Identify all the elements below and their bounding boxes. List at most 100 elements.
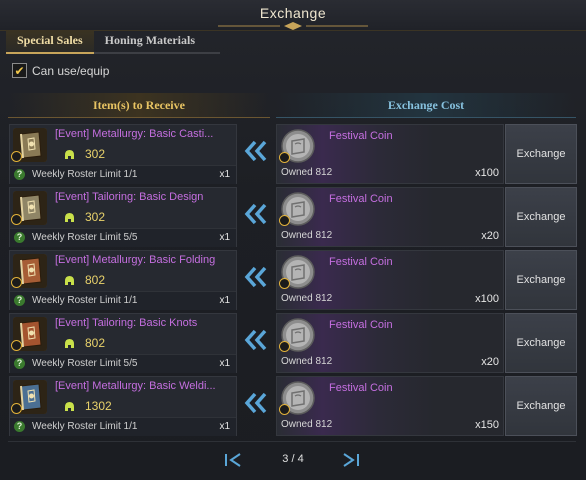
exchange-button[interactable]: Exchange (505, 187, 577, 247)
receive-item-card[interactable]: [Event] Tailoring: Basic Design 302 ? We… (9, 187, 237, 247)
receive-item-card[interactable]: [Event] Metallurgy: Basic Folding 802 ? … (9, 250, 237, 310)
owned-amount: Owned 812 (281, 419, 333, 430)
exchange-button[interactable]: Exchange (505, 313, 577, 373)
item-level-value: 802 (85, 273, 106, 287)
item-level-value: 1302 (85, 399, 112, 413)
item-name: [Event] Metallurgy: Basic Weldi... (55, 380, 216, 392)
roster-limit: Weekly Roster Limit 5/5 (32, 358, 138, 369)
page-indicator: 3 / 4 (282, 453, 304, 465)
item-level: 802 (64, 336, 105, 350)
exchange-button[interactable]: Exchange (505, 250, 577, 310)
item-level: 802 (64, 273, 105, 287)
cost-item-card[interactable]: Festival Coin Owned 812 x150 (276, 376, 504, 436)
double-chevron-left-icon (244, 140, 267, 162)
item-level-icon (65, 212, 74, 222)
receive-quantity: x1 (219, 232, 230, 243)
item-level-value: 302 (85, 210, 106, 224)
item-footer: ? Weekly Roster Limit 1/1 x1 (10, 165, 236, 184)
item-level-icon (65, 338, 74, 348)
help-icon[interactable]: ? (14, 421, 25, 432)
receive-item-card[interactable]: [Event] Metallurgy: Basic Weldi... 1302 … (9, 376, 237, 436)
item-level: 1302 (64, 399, 112, 413)
cost-currency-name: Festival Coin (329, 319, 393, 331)
owned-amount: Owned 812 (281, 230, 333, 241)
cost-quantity: x20 (481, 356, 499, 368)
item-level: 302 (64, 147, 105, 161)
help-icon[interactable]: ? (14, 295, 25, 306)
cost-item-card[interactable]: Festival Coin Owned 812 x100 (276, 124, 504, 184)
pagination: 3 / 4 (0, 450, 586, 470)
item-name: [Event] Tailoring: Basic Knots (55, 317, 198, 329)
double-chevron-left-icon (244, 329, 267, 351)
receive-item-card[interactable]: [Event] Metallurgy: Basic Casti... 302 ?… (9, 124, 237, 184)
receive-quantity: x1 (219, 421, 230, 432)
owned-status-icon (279, 152, 290, 163)
cost-item-card[interactable]: Festival Coin Owned 812 x20 (276, 187, 504, 247)
title-bar: Exchange (0, 0, 586, 31)
double-chevron-left-icon (244, 266, 267, 288)
owned-status-icon (279, 215, 290, 226)
exchange-row: [Event] Metallurgy: Basic Weldi... 1302 … (0, 376, 586, 436)
window-title: Exchange (259, 5, 327, 21)
can-use-equip-label: Can use/equip (32, 63, 110, 78)
item-footer: ? Weekly Roster Limit 1/1 x1 (10, 291, 236, 310)
help-icon[interactable]: ? (14, 358, 25, 369)
receive-quantity: x1 (219, 295, 230, 306)
owned-amount: Owned 812 (281, 167, 333, 178)
item-name: [Event] Metallurgy: Basic Casti... (55, 128, 214, 140)
help-icon[interactable]: ? (14, 232, 25, 243)
roster-limit: Weekly Roster Limit 5/5 (32, 232, 138, 243)
owned-status-icon (11, 151, 22, 162)
tab-special-sales[interactable]: Special Sales (6, 30, 94, 54)
list-divider (8, 441, 576, 442)
roster-limit: Weekly Roster Limit 1/1 (32, 421, 138, 432)
item-level-value: 802 (85, 336, 106, 350)
cost-column-header: Exchange Cost (276, 93, 576, 118)
cost-item-card[interactable]: Festival Coin Owned 812 x100 (276, 250, 504, 310)
cost-currency-name: Festival Coin (329, 382, 393, 394)
exchange-row: [Event] Tailoring: Basic Knots 802 ? Wee… (0, 313, 586, 373)
owned-status-icon (11, 403, 22, 414)
item-level-icon (65, 275, 74, 285)
owned-status-icon (11, 277, 22, 288)
owned-status-icon (279, 404, 290, 415)
roster-limit: Weekly Roster Limit 1/1 (32, 169, 138, 180)
double-chevron-left-icon (244, 203, 267, 225)
owned-status-icon (11, 340, 22, 351)
item-level-icon (65, 149, 74, 159)
item-name: [Event] Tailoring: Basic Design (55, 191, 204, 203)
item-level-icon (65, 401, 74, 411)
owned-amount: Owned 812 (281, 293, 333, 304)
receive-quantity: x1 (219, 169, 230, 180)
first-page-icon[interactable] (222, 452, 246, 468)
owned-status-icon (279, 341, 290, 352)
cost-quantity: x20 (481, 230, 499, 242)
cost-item-card[interactable]: Festival Coin Owned 812 x20 (276, 313, 504, 373)
item-footer: ? Weekly Roster Limit 5/5 x1 (10, 228, 236, 247)
receive-item-card[interactable]: [Event] Tailoring: Basic Knots 802 ? Wee… (9, 313, 237, 373)
item-footer: ? Weekly Roster Limit 5/5 x1 (10, 354, 236, 373)
cost-currency-name: Festival Coin (329, 256, 393, 268)
title-ornament-icon (218, 22, 368, 30)
item-level: 302 (64, 210, 105, 224)
owned-status-icon (11, 214, 22, 225)
cost-quantity: x100 (475, 167, 499, 179)
exchange-row: [Event] Metallurgy: Basic Casti... 302 ?… (0, 124, 586, 184)
exchange-button[interactable]: Exchange (505, 376, 577, 436)
item-name: [Event] Metallurgy: Basic Folding (55, 254, 216, 266)
cost-quantity: x150 (475, 419, 499, 431)
can-use-equip-checkbox[interactable]: ✔ (12, 63, 27, 78)
cost-quantity: x100 (475, 293, 499, 305)
tab-bar: Special Sales Honing Materials (6, 30, 220, 54)
exchange-button[interactable]: Exchange (505, 124, 577, 184)
help-icon[interactable]: ? (14, 169, 25, 180)
exchange-row: [Event] Metallurgy: Basic Folding 802 ? … (0, 250, 586, 310)
exchange-window: Exchange Special Sales Honing Materials … (0, 0, 586, 480)
cost-currency-name: Festival Coin (329, 130, 393, 142)
owned-status-icon (279, 278, 290, 289)
last-page-icon[interactable] (338, 452, 362, 468)
receive-quantity: x1 (219, 358, 230, 369)
tab-honing-materials[interactable]: Honing Materials (93, 30, 220, 54)
item-level-value: 302 (85, 147, 106, 161)
exchange-row: [Event] Tailoring: Basic Design 302 ? We… (0, 187, 586, 247)
